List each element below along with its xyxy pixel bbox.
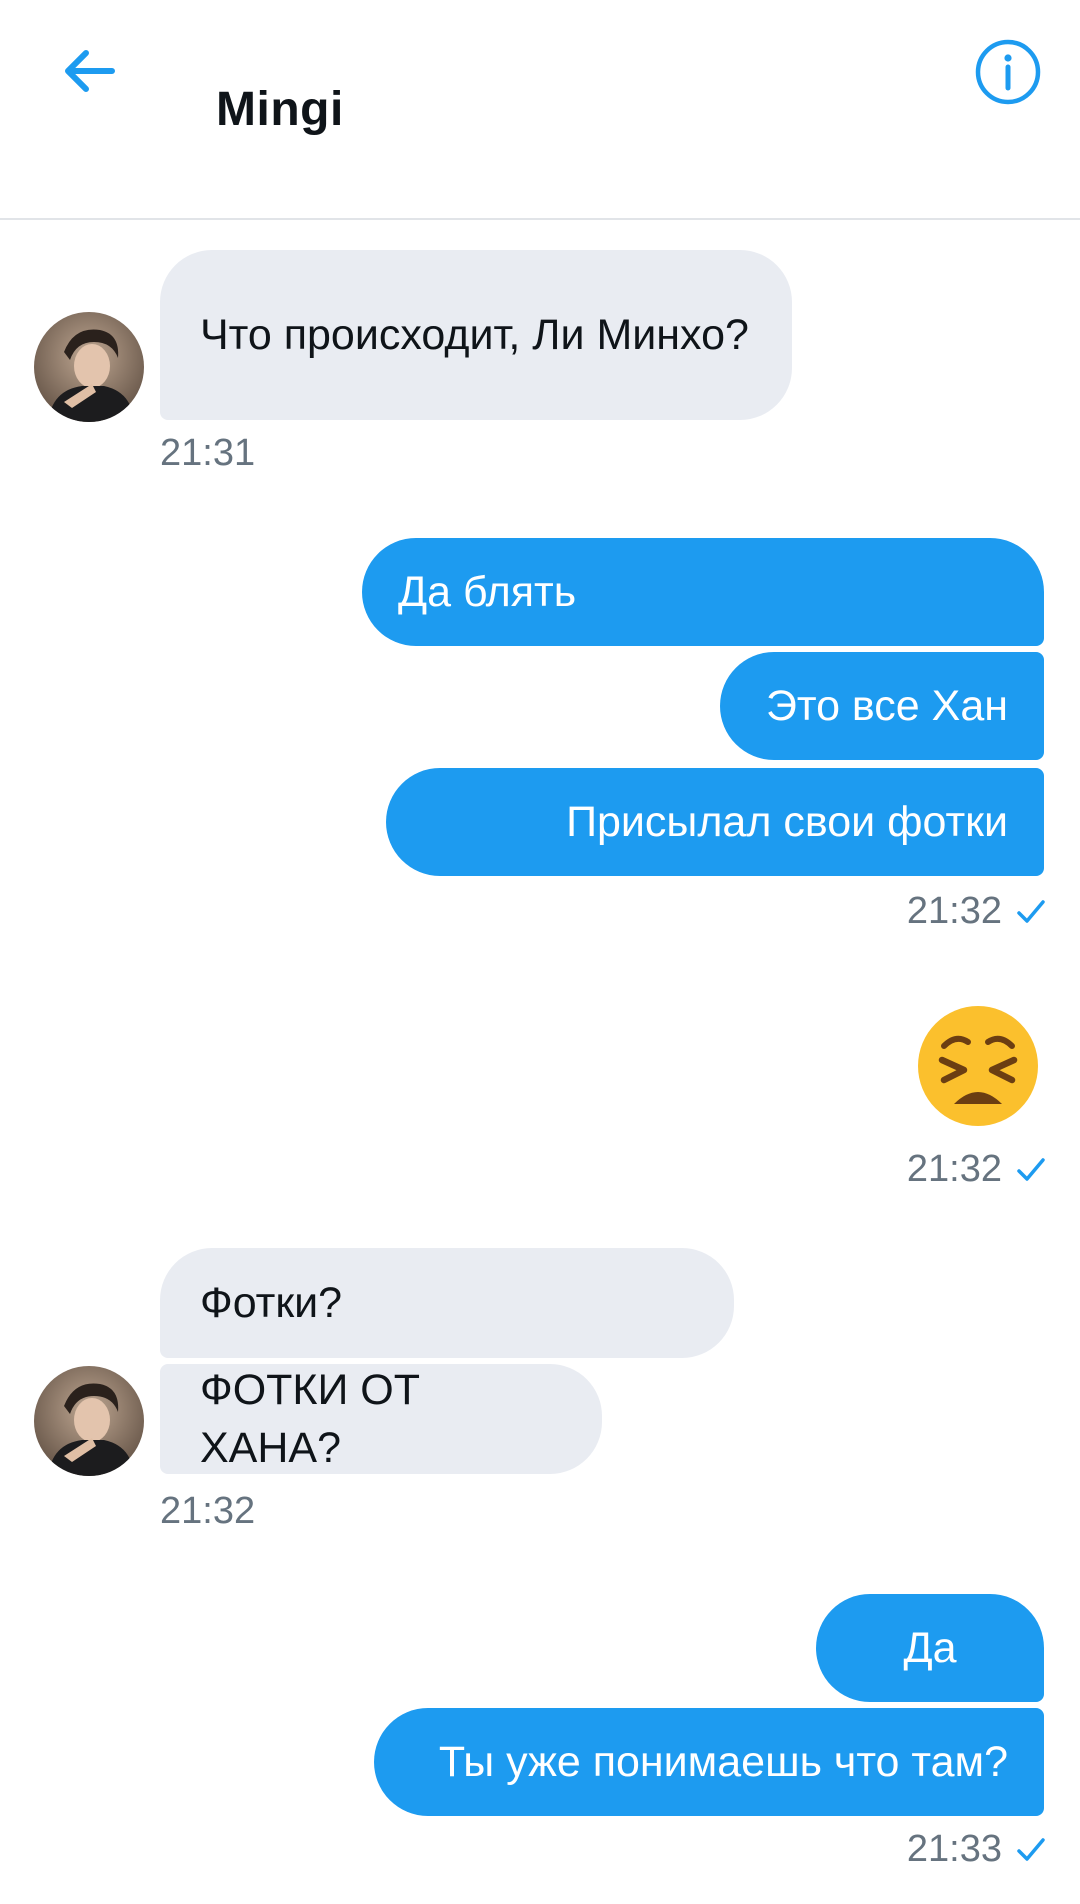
avatar-photo [34, 312, 144, 422]
message-timestamp: 21:33 [907, 1828, 1046, 1871]
timestamp-text: 21:32 [906, 1148, 1002, 1190]
message-timestamp: 21:32 [160, 1490, 256, 1532]
incoming-message-bubble[interactable]: Фотки? [160, 1248, 734, 1358]
incoming-message-bubble[interactable]: ФОТКИ ОТ ХАНА? [160, 1364, 602, 1474]
message-text: Да [903, 1624, 957, 1672]
back-button[interactable] [48, 36, 128, 106]
message-text: Что происходит, Ли Минхо? [200, 311, 749, 359]
sent-check-icon [1016, 1156, 1046, 1184]
message-text: Ты уже понимаешь что там? [438, 1738, 1008, 1786]
chat-header: Mingi [0, 0, 1080, 220]
message-list[interactable]: Что происходит, Ли Минхо? 21:31 Да блять… [0, 220, 1080, 1904]
message-text: Да блять [398, 568, 577, 616]
conversation-title: Mingi [216, 83, 344, 136]
contact-avatar[interactable] [34, 312, 144, 422]
arrow-left-icon [65, 50, 115, 92]
info-circle-icon [975, 39, 1041, 105]
message-text: Присылал свои фотки [566, 798, 1008, 846]
outgoing-message-bubble[interactable]: Да [816, 1594, 1044, 1702]
persevering-face-emoji [918, 1006, 1038, 1126]
timestamp-text: 21:33 [906, 1828, 1002, 1870]
incoming-message-bubble[interactable]: Что происходит, Ли Минхо? [160, 250, 792, 420]
message-text: Это все Хан [765, 682, 1008, 730]
message-timestamp: 21:32 [907, 1148, 1046, 1191]
emoji-message[interactable] [916, 1004, 1040, 1128]
outgoing-message-bubble[interactable]: Это все Хан [720, 652, 1044, 760]
outgoing-message-bubble[interactable]: Да блять [362, 538, 1044, 646]
message-timestamp: 21:31 [160, 432, 256, 474]
outgoing-message-bubble[interactable]: Присылал свои фотки [386, 768, 1044, 876]
contact-avatar[interactable] [34, 1366, 144, 1476]
outgoing-message-bubble[interactable]: Ты уже понимаешь что там? [374, 1708, 1044, 1816]
message-text: Фотки? [200, 1279, 343, 1327]
sent-check-icon [1016, 898, 1046, 926]
message-timestamp: 21:32 [907, 890, 1046, 933]
message-text: ФОТКИ ОТ ХАНА? [200, 1366, 421, 1472]
timestamp-text: 21:32 [906, 890, 1002, 932]
avatar-photo [34, 1366, 144, 1476]
info-button[interactable] [972, 36, 1044, 108]
sent-check-icon [1016, 1836, 1046, 1864]
